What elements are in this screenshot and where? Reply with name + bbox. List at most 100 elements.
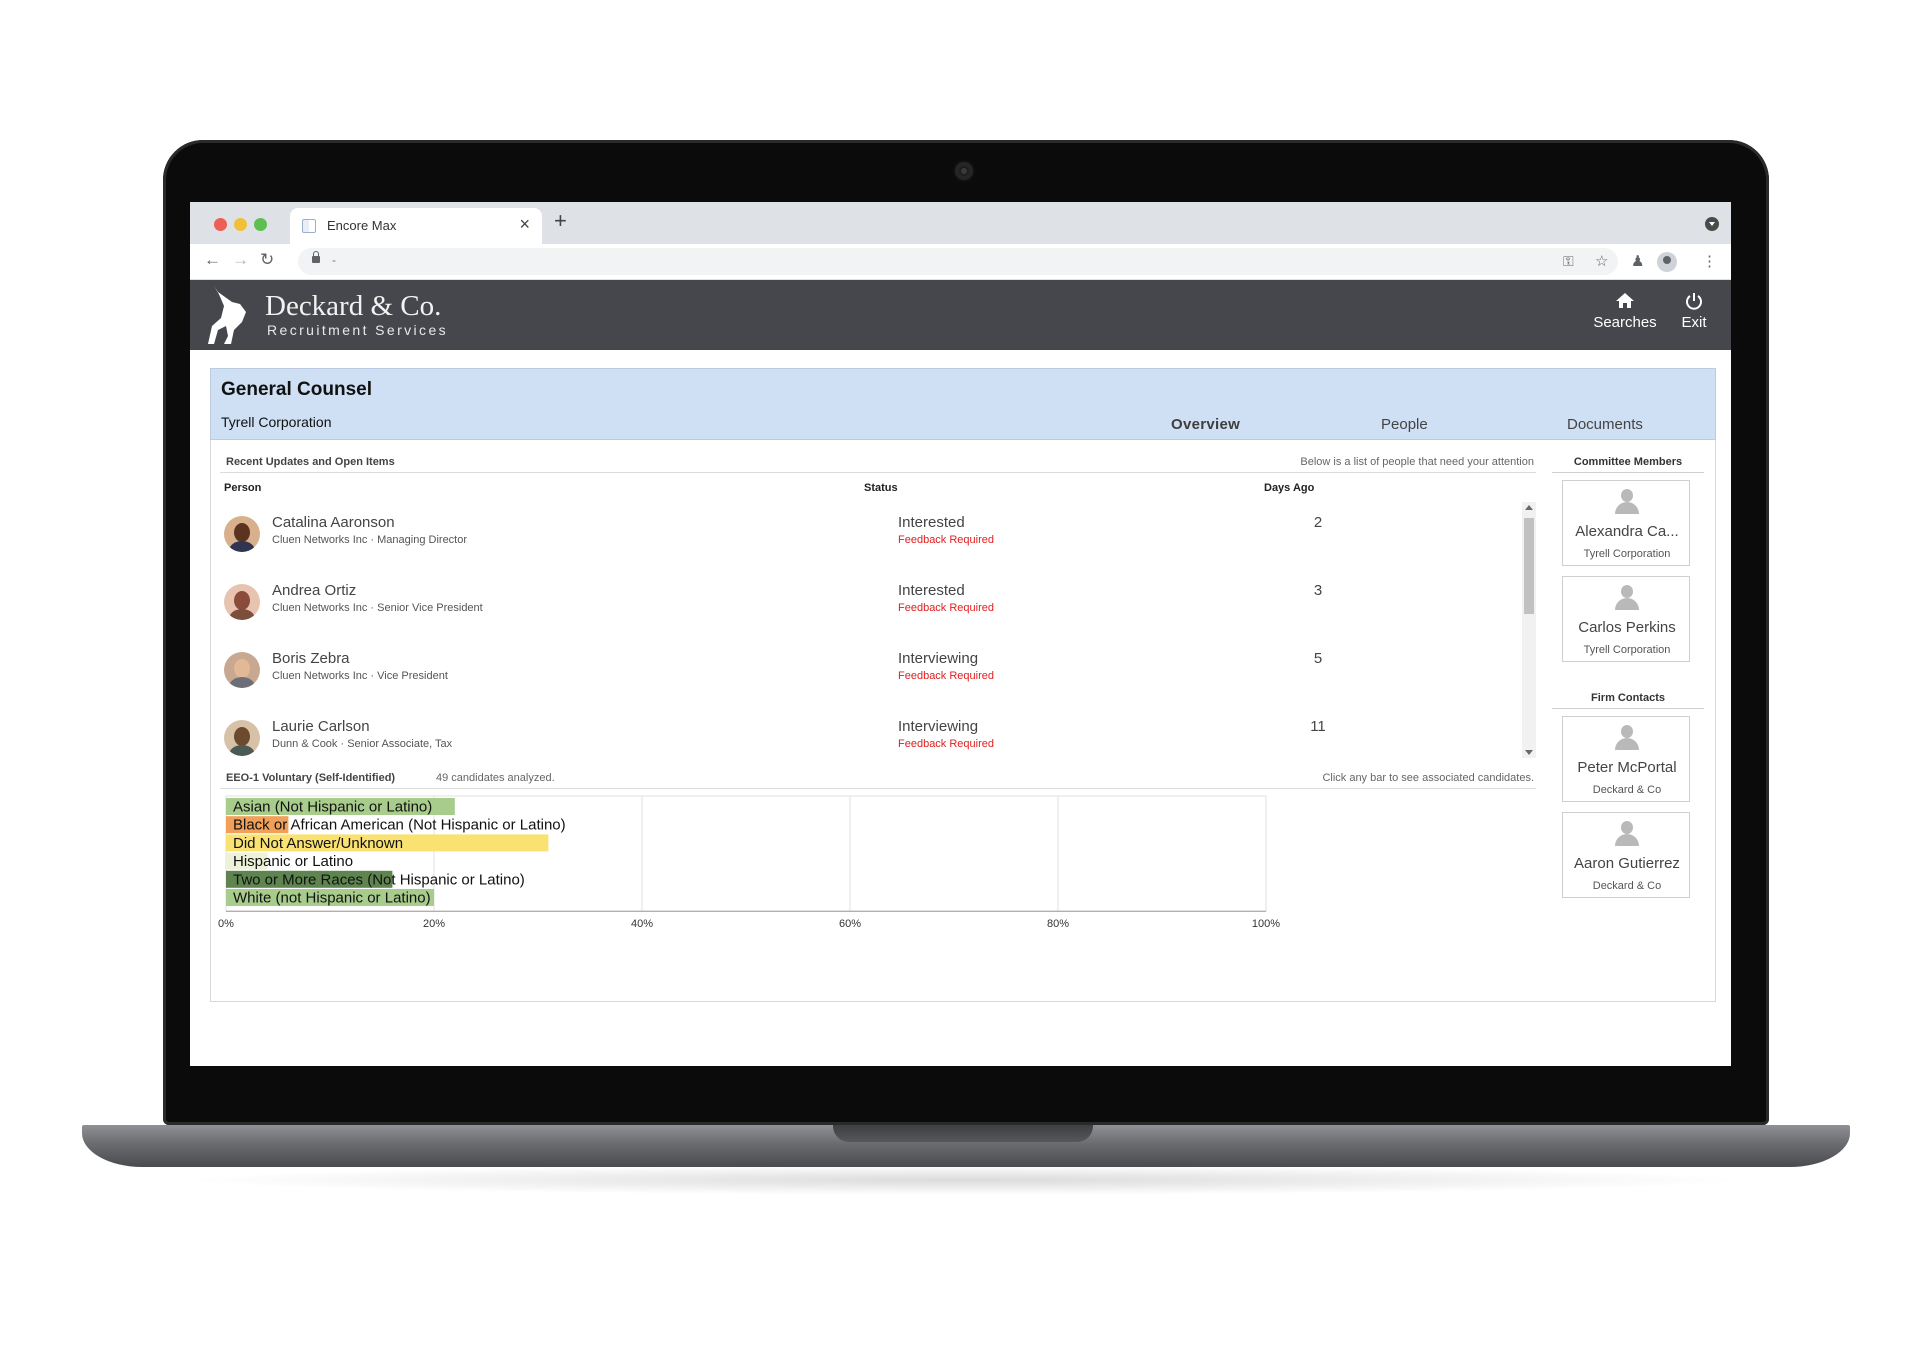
bookmark-star-icon[interactable]: ☆ xyxy=(1595,252,1608,270)
person-name[interactable]: Laurie Carlson xyxy=(272,718,370,735)
eeo-bar-chart[interactable]: 0% 20% 40% 60% 80% 100% Asian (Not Hispanic or… xyxy=(212,794,1542,944)
feedback-required-link[interactable]: Feedback Required xyxy=(898,738,994,750)
person-icon xyxy=(1615,821,1639,847)
contact-name: Carlos Perkins xyxy=(1578,619,1676,636)
updates-note: Below is a list of people that need your… xyxy=(1300,456,1534,468)
page-title: General Counsel xyxy=(221,379,372,400)
x-tick-label: 40% xyxy=(631,918,653,930)
firm-contacts-heading: Firm Contacts xyxy=(1591,692,1665,704)
browser-tab[interactable]: Encore Max × xyxy=(290,208,542,244)
person-status: Interviewing xyxy=(898,650,979,667)
laptop-shadow xyxy=(180,1165,1750,1195)
x-tick-label: 60% xyxy=(839,918,861,930)
contact-card[interactable]: Aaron Gutierrez Deckard & Co xyxy=(1562,812,1690,898)
person-icon xyxy=(1615,489,1639,515)
person-subtitle: Cluen Networks Inc · Senior Vice Preside… xyxy=(272,602,483,614)
days-ago: 5 xyxy=(1313,650,1323,667)
forward-arrow-icon[interactable]: → xyxy=(232,250,249,270)
person-name[interactable]: Boris Zebra xyxy=(272,650,350,667)
updates-scrollbar[interactable] xyxy=(1522,502,1536,758)
tab-overview[interactable]: Overview xyxy=(1171,416,1240,433)
column-header-status: Status xyxy=(864,482,898,494)
contact-name: Aaron Gutierrez xyxy=(1574,855,1680,872)
column-header-person: Person xyxy=(224,482,262,494)
contact-org: Deckard & Co xyxy=(1592,784,1662,796)
x-tick-label: 100% xyxy=(1252,918,1280,930)
person-name[interactable]: Catalina Aaronson xyxy=(272,514,395,531)
update-row[interactable]: Andrea Ortiz Cluen Networks Inc · Senior… xyxy=(224,580,1544,648)
profile-avatar-icon[interactable] xyxy=(1657,252,1677,272)
key-icon[interactable]: ⚿ xyxy=(1563,253,1574,270)
contact-org: Tyrell Corporation xyxy=(1583,548,1671,560)
column-header-days: Days Ago xyxy=(1264,482,1315,494)
browser-toolbar: ← → ↻ - ⚿ ☆ ♟ ⋮ xyxy=(190,244,1731,280)
avatar xyxy=(224,584,260,620)
updates-title: Recent Updates and Open Items xyxy=(226,456,395,468)
feedback-required-link[interactable]: Feedback Required xyxy=(898,534,994,546)
x-tick-label: 20% xyxy=(423,918,445,930)
tab-documents[interactable]: Documents xyxy=(1567,416,1643,433)
person-icon xyxy=(1615,585,1639,611)
back-arrow-icon[interactable]: ← xyxy=(204,250,221,270)
bar-category-label[interactable]: Two or More Races (Not Hispanic or Latin… xyxy=(233,871,525,888)
window-close-button[interactable] xyxy=(214,218,227,231)
tab-people[interactable]: People xyxy=(1381,416,1428,433)
x-tick-label: 0% xyxy=(218,918,234,930)
scroll-thumb[interactable] xyxy=(1524,518,1534,614)
new-tab-button[interactable]: + xyxy=(554,208,567,234)
x-tick-label: 80% xyxy=(1047,918,1069,930)
committee-divider xyxy=(1552,472,1704,473)
scroll-up-icon[interactable] xyxy=(1525,505,1533,510)
tab-search-icon[interactable] xyxy=(1705,217,1719,231)
person-status: Interested xyxy=(898,582,965,599)
address-bar[interactable]: - xyxy=(298,248,1618,275)
window-minimize-button[interactable] xyxy=(234,218,247,231)
contact-card[interactable]: Alexandra Ca... Tyrell Corporation xyxy=(1562,480,1690,566)
exit-button[interactable]: Exit xyxy=(1674,290,1714,331)
webcam xyxy=(955,162,973,180)
days-ago: 2 xyxy=(1313,514,1323,531)
eeo-hint: Click any bar to see associated candidat… xyxy=(1322,772,1534,784)
unicorn-logo-icon xyxy=(208,286,246,344)
feedback-required-link[interactable]: Feedback Required xyxy=(898,602,994,614)
firm-divider xyxy=(1552,708,1704,709)
avatar xyxy=(224,652,260,688)
reload-icon[interactable]: ↻ xyxy=(260,250,274,270)
app-header: Deckard & Co. Recruitment Services Searc… xyxy=(190,280,1731,350)
days-ago: 11 xyxy=(1310,718,1326,735)
contact-name: Peter McPortal xyxy=(1577,759,1677,776)
bar-category-label[interactable]: Hispanic or Latino xyxy=(233,853,353,870)
lock-icon[interactable] xyxy=(312,251,320,263)
update-row[interactable]: Boris Zebra Cluen Networks Inc · Vice Pr… xyxy=(224,648,1544,716)
bar-category-label[interactable]: Did Not Answer/Unknown xyxy=(233,835,403,852)
feedback-required-link[interactable]: Feedback Required xyxy=(898,670,994,682)
person-status: Interested xyxy=(898,514,965,531)
bar-category-label[interactable]: White (not Hispanic or Latino) xyxy=(233,890,431,907)
scroll-down-icon[interactable] xyxy=(1525,750,1533,755)
person-subtitle: Cluen Networks Inc · Managing Director xyxy=(272,534,468,546)
bar-category-label[interactable]: Asian (Not Hispanic or Latino) xyxy=(233,799,432,816)
searches-button[interactable]: Searches xyxy=(1590,290,1660,331)
updates-divider xyxy=(220,472,1536,473)
contact-card[interactable]: Peter McPortal Deckard & Co xyxy=(1562,716,1690,802)
tab-close-icon[interactable]: × xyxy=(519,214,530,235)
person-subtitle: Dunn & Cook · Senior Associate, Tax xyxy=(272,738,453,750)
contact-card[interactable]: Carlos Perkins Tyrell Corporation xyxy=(1562,576,1690,662)
contact-org: Deckard & Co xyxy=(1592,880,1662,892)
contact-name: Alexandra Ca... xyxy=(1575,523,1679,540)
window-maximize-button[interactable] xyxy=(254,218,267,231)
browser-tabbar: Encore Max × + xyxy=(190,202,1731,244)
extension-icon[interactable]: ♟ xyxy=(1631,252,1644,270)
exit-label: Exit xyxy=(1681,314,1707,331)
tab-title: Encore Max xyxy=(327,218,397,233)
bar-category-label[interactable]: Black or African American (Not Hispanic … xyxy=(233,817,566,834)
client-company: Tyrell Corporation xyxy=(221,414,332,430)
brand-subtitle: Recruitment Services xyxy=(267,322,449,338)
eeo-divider xyxy=(220,788,1536,789)
avatar xyxy=(224,720,260,756)
person-name[interactable]: Andrea Ortiz xyxy=(272,582,356,599)
brand-title: Deckard & Co. xyxy=(265,290,442,322)
screen: Encore Max × + ← → ↻ - ⚿ ☆ ♟ ⋮ Deckard &… xyxy=(190,202,1731,1066)
browser-menu-icon[interactable]: ⋮ xyxy=(1702,252,1717,270)
update-row[interactable]: Catalina Aaronson Cluen Networks Inc · M… xyxy=(224,512,1544,580)
